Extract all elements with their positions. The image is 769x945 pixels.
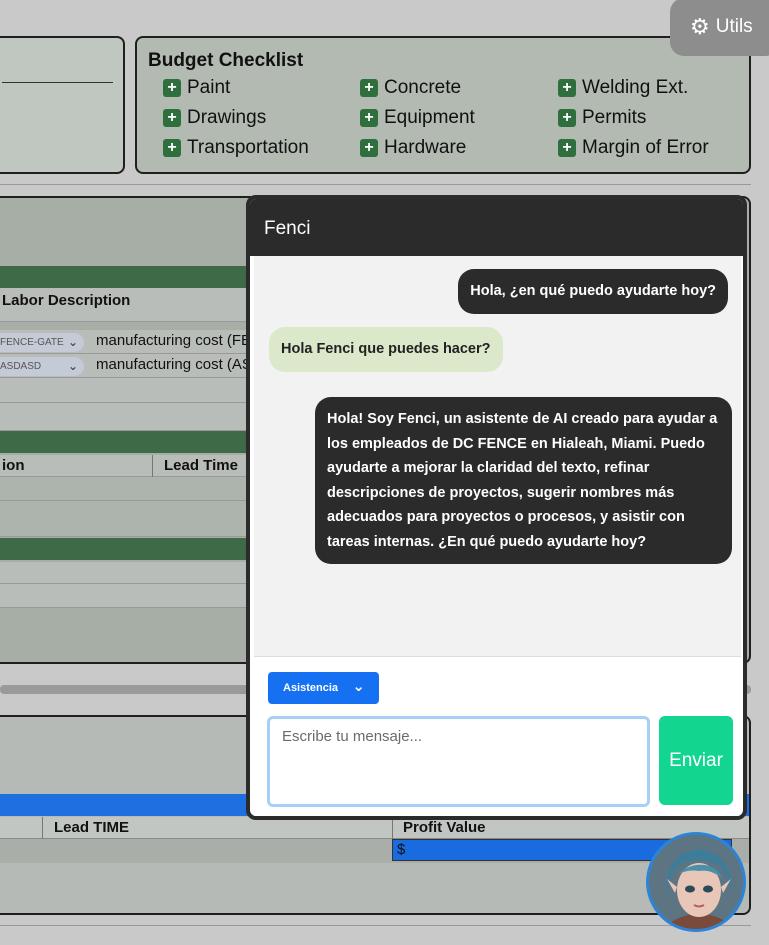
plus-icon: +	[558, 109, 576, 127]
left-top-panel	[0, 36, 125, 174]
checklist-item-paint[interactable]: + Paint	[163, 77, 230, 99]
mode-select[interactable]: Asistencia ⌄	[268, 672, 379, 704]
assistant-avatar[interactable]	[646, 832, 746, 932]
plus-icon: +	[558, 139, 576, 157]
bot-message: Hola, ¿en qué puedo ayudarte hoy?	[458, 269, 728, 314]
chevron-down-icon: ⌄	[352, 678, 365, 695]
checklist-item-permits[interactable]: + Permits	[558, 107, 646, 129]
checklist-item-equipment[interactable]: + Equipment	[360, 107, 475, 129]
labor-type-select[interactable]: FENCE-GATE ⌄	[0, 333, 84, 352]
checklist-item-drawings[interactable]: + Drawings	[163, 107, 266, 129]
chat-footer: Asistencia ⌄ Enviar	[254, 656, 741, 816]
plus-icon: +	[163, 139, 181, 157]
plus-icon: +	[360, 139, 378, 157]
plus-icon: +	[163, 79, 181, 97]
column-divider	[392, 817, 393, 839]
lead-time-header: Lead Time	[164, 457, 238, 474]
utils-button[interactable]: ⚙ Utils	[670, 0, 769, 56]
budget-checklist-title: Budget Checklist	[148, 50, 304, 71]
budget-checklist-panel: Budget Checklist + Paint + Concrete + Weldi…	[135, 36, 751, 174]
divider	[2, 82, 113, 83]
chat-title: Fenci	[250, 199, 743, 256]
labor-type-select[interactable]: ASDASD ⌄	[0, 357, 84, 376]
checklist-item-margin-of-error[interactable]: + Margin of Error	[558, 137, 709, 159]
plus-icon: +	[558, 79, 576, 97]
column-divider	[152, 455, 153, 477]
plus-icon: +	[163, 109, 181, 127]
chat-messages: Hola, ¿en qué puedo ayudarte hoy? Hola F…	[254, 256, 741, 656]
plus-icon: +	[360, 79, 378, 97]
labor-description-header: Labor Description	[2, 292, 131, 309]
column-header: ion	[2, 457, 25, 474]
chevron-down-icon: ⌄	[67, 335, 78, 349]
labor-description-text: manufacturing cost (FEN	[96, 332, 262, 349]
divider	[0, 184, 751, 185]
lead-time-header: Lead TIME	[54, 819, 130, 836]
labor-description-text: manufacturing cost (AS	[96, 356, 252, 373]
checklist-item-transportation[interactable]: + Transportation	[163, 137, 309, 159]
send-button[interactable]: Enviar	[659, 716, 733, 805]
checklist-item-hardware[interactable]: + Hardware	[360, 137, 466, 159]
chat-window: Fenci Hola, ¿en qué puedo ayudarte hoy? …	[246, 195, 747, 820]
checklist-item-concrete[interactable]: + Concrete	[360, 77, 461, 99]
column-divider	[42, 817, 43, 839]
plus-icon: +	[360, 109, 378, 127]
message-input[interactable]	[267, 716, 650, 807]
bot-message: Hola! Soy Fenci, un asistente de AI crea…	[315, 397, 732, 564]
profit-value-header: Profit Value	[403, 819, 486, 836]
divider	[0, 925, 751, 926]
avatar-image	[649, 835, 743, 929]
chevron-down-icon: ⌄	[67, 359, 78, 373]
gear-icon: ⚙	[690, 14, 710, 39]
checklist-item-welding[interactable]: + Welding Ext.	[558, 77, 688, 99]
user-message: Hola Fenci que puedes hacer?	[269, 327, 503, 372]
